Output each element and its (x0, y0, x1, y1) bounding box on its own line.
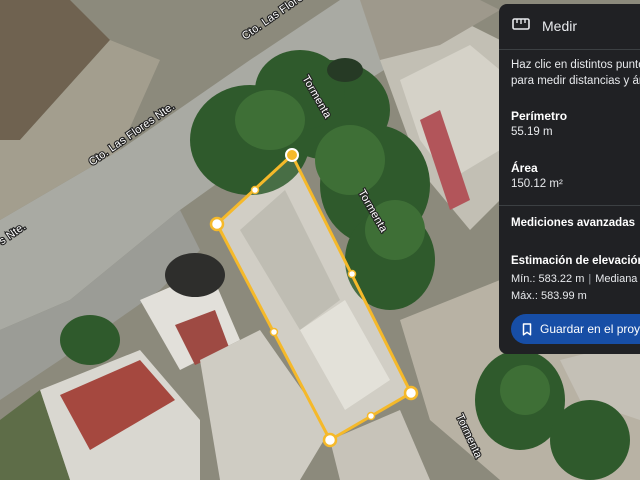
elevation-max: Máx.: 583.99 m (511, 290, 587, 302)
area-value: 150.12 m² (511, 178, 563, 190)
measure-midpoint[interactable] (366, 411, 376, 421)
perimeter-value: 55.19 m (511, 126, 553, 138)
measure-midpoint[interactable] (347, 269, 357, 279)
elevation-min: Mín.: 583.22 m (511, 273, 585, 285)
area-label: Área (511, 161, 538, 175)
measure-vertex[interactable] (285, 148, 299, 162)
measure-vertex[interactable] (403, 385, 419, 401)
perimeter-label: Perímetro (511, 109, 568, 123)
panel-header: Medir (512, 17, 577, 35)
measure-midpoint[interactable] (250, 185, 260, 195)
save-button-label: Guardar en el proyecto (540, 322, 640, 336)
measure-vertex[interactable] (322, 432, 338, 448)
save-to-project-button[interactable]: Guardar en el proyecto (511, 314, 640, 344)
measure-panel: Medir Haz clic en distintos puntos del m… (499, 4, 640, 354)
bookmark-icon (522, 322, 532, 336)
elevation-min-median: Mín.: 583.22 m | Mediana (511, 273, 637, 285)
panel-title: Medir (542, 18, 578, 34)
measure-vertex[interactable] (209, 216, 225, 232)
advanced-measurements-toggle[interactable]: Mediciones avanzadas (511, 217, 635, 229)
divider (499, 49, 640, 50)
measure-midpoint[interactable] (269, 327, 279, 337)
elevation-label: Estimación de elevación (511, 255, 640, 267)
instructions-text: Haz clic en distintos puntos del mapa pa… (511, 59, 640, 87)
divider (499, 205, 640, 206)
separator: | (588, 273, 592, 285)
elevation-median: Mediana (595, 273, 638, 285)
ruler-icon (512, 17, 530, 35)
